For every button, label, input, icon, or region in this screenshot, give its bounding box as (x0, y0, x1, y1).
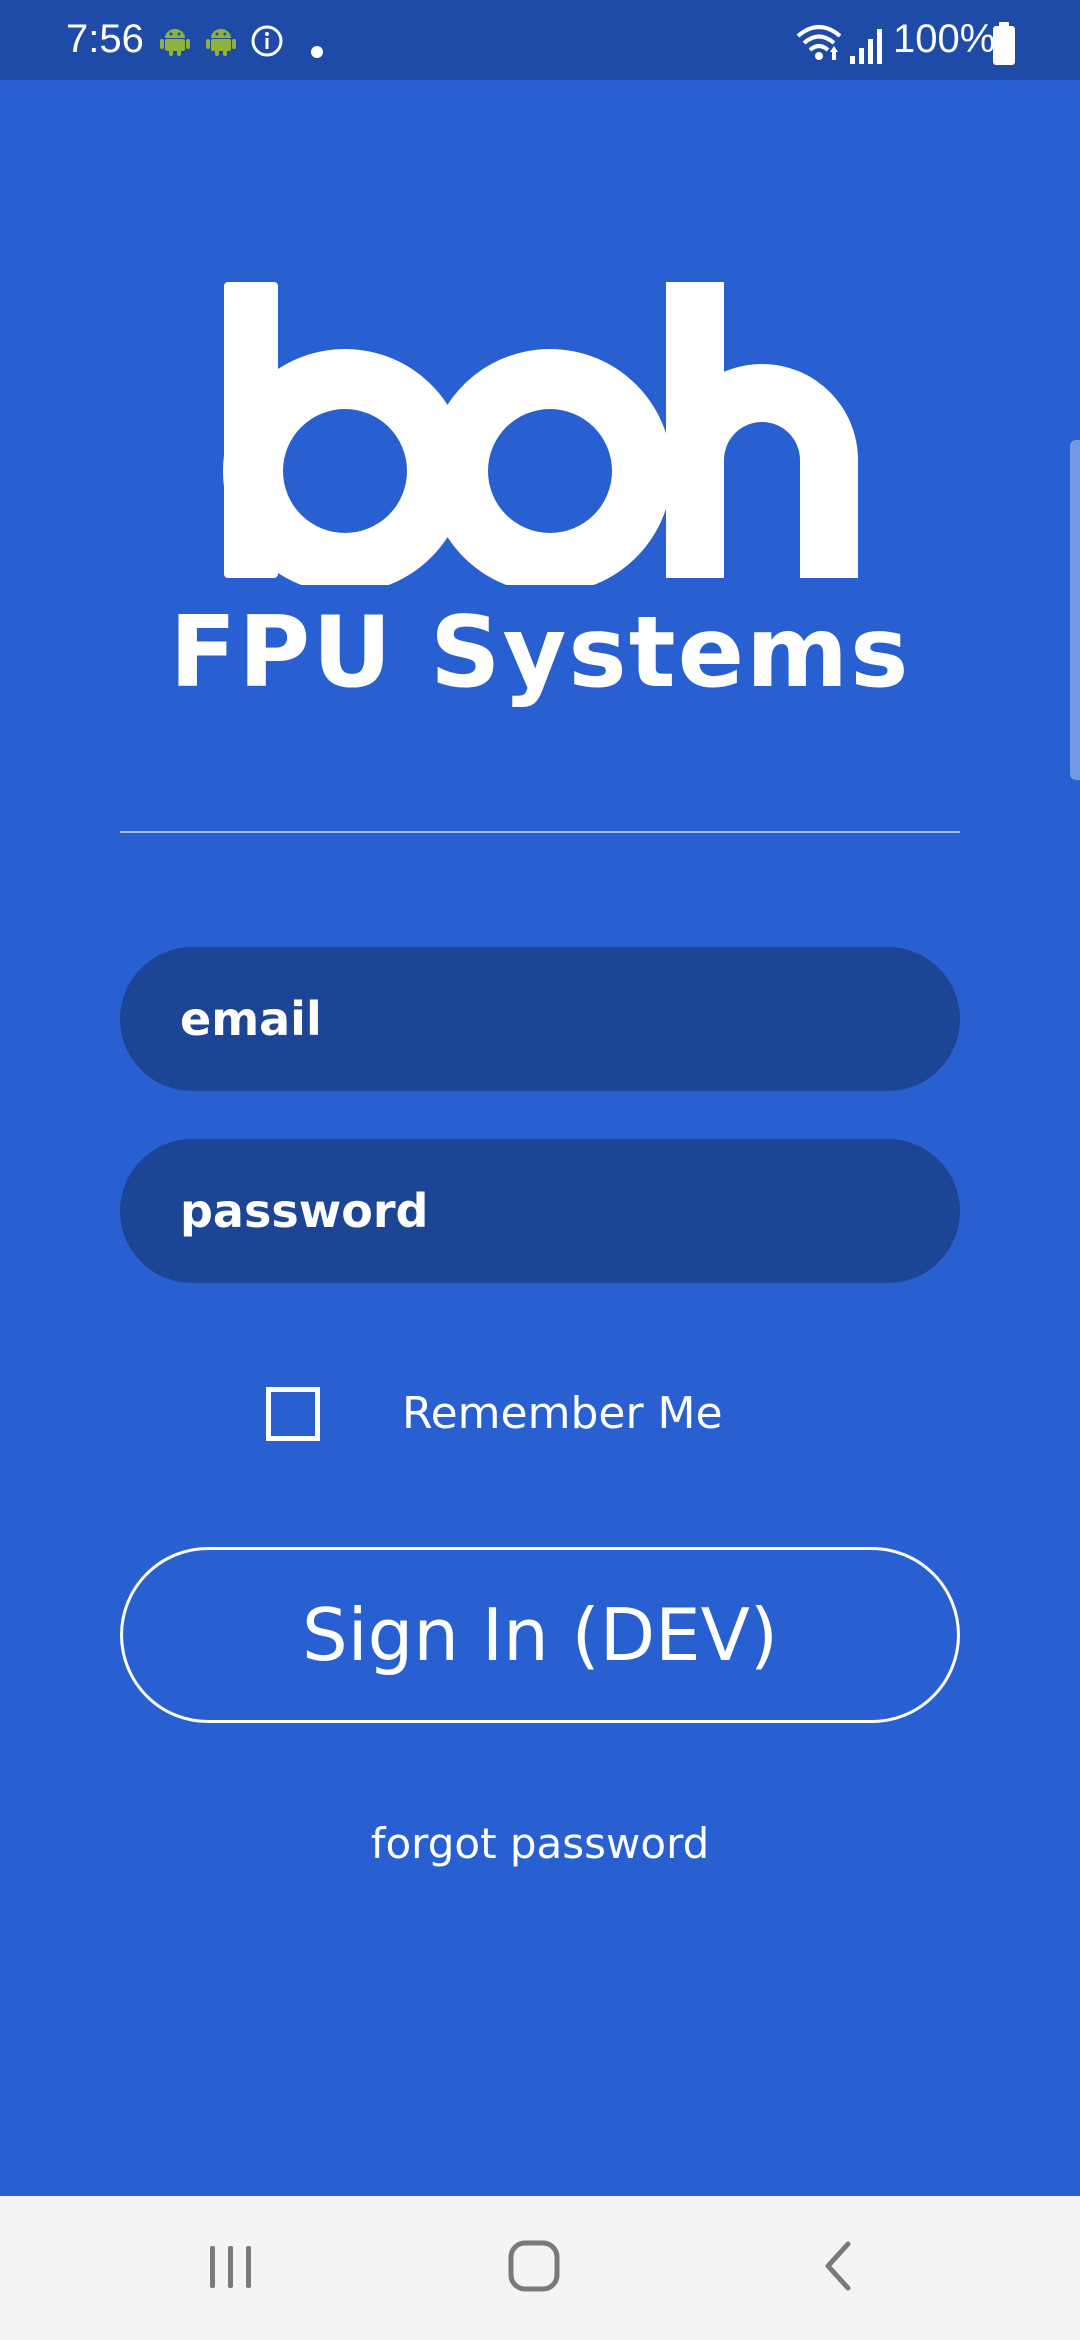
info-icon (251, 25, 283, 57)
forgot-password-link[interactable]: forgot password (0, 1814, 1080, 1874)
divider (120, 831, 960, 833)
recent-apps-icon[interactable] (206, 2238, 256, 2294)
status-bar: 7:56 100% (0, 0, 1080, 80)
sign-in-button[interactable]: Sign In (DEV) (120, 1547, 960, 1723)
email-field[interactable] (120, 947, 960, 1091)
android-icon (160, 29, 190, 56)
battery-icon (993, 22, 1015, 65)
back-icon[interactable] (818, 2238, 858, 2294)
notification-dot (311, 46, 323, 58)
android-icon (206, 29, 236, 56)
status-time: 7:56 (66, 17, 144, 61)
brand-subtitle: FPU Systems (169, 596, 911, 710)
boh-logo: boh (223, 282, 858, 585)
remember-me-checkbox[interactable] (266, 1387, 320, 1441)
remember-me-label[interactable]: Remember Me (402, 1384, 723, 1444)
wifi-icon (796, 25, 842, 60)
navigation-bar (0, 2196, 1080, 2340)
signal-icon (850, 29, 882, 64)
battery-percentage: 100% (893, 17, 996, 61)
password-field[interactable] (120, 1139, 960, 1283)
home-icon[interactable] (506, 2238, 562, 2294)
